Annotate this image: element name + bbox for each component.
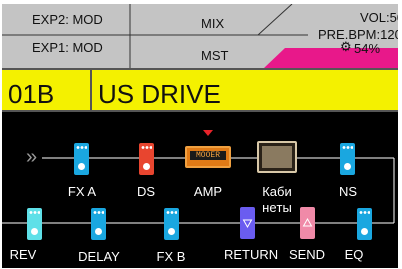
send-triangle-icon: [302, 217, 313, 227]
signal-chain: » FX A DS MOOER AMP Каби нeты NS REV DEL…: [2, 120, 398, 268]
exp2-label[interactable]: EXP2: MOD: [32, 12, 103, 27]
volume-readout: VOL:50: [360, 10, 398, 25]
amp-label: AMP: [193, 184, 223, 199]
mix-label[interactable]: MIX: [201, 16, 224, 31]
eq-label: EQ: [344, 247, 364, 262]
device-screen: EXP2: MOD EXP1: MOD MIX MST VOL:50 PRE.B…: [2, 4, 398, 268]
delay-label: DELAY: [78, 249, 120, 264]
amp-badge: MOOER: [190, 151, 226, 160]
status-header: EXP2: MOD EXP1: MOD MIX MST VOL:50 PRE.B…: [2, 4, 398, 68]
amp-icon[interactable]: MOOER: [185, 146, 231, 168]
ns-label: NS: [338, 184, 358, 199]
cabinet-label: Каби нeты: [262, 184, 292, 215]
return-triangle-icon: [242, 219, 253, 229]
ns-pedal-icon[interactable]: [340, 143, 355, 175]
cabinet-grille: [262, 146, 292, 168]
fx-a-label: FX A: [67, 184, 97, 199]
rev-pedal-icon[interactable]: [27, 208, 42, 240]
delay-pedal-icon[interactable]: [91, 208, 106, 240]
fx-b-pedal-icon[interactable]: [164, 208, 179, 240]
return-label: RETURN: [224, 247, 279, 262]
master-label[interactable]: MST: [201, 48, 228, 63]
exp1-label[interactable]: EXP1: MOD: [32, 40, 103, 55]
fx-a-pedal-icon[interactable]: [74, 143, 89, 175]
bpm-readout: PRE.BPM:120: [318, 27, 398, 42]
cabinet-icon[interactable]: [257, 141, 297, 173]
return-icon[interactable]: [240, 207, 255, 239]
title-divider: [90, 70, 92, 110]
percent-readout: 54%: [354, 41, 381, 56]
send-label: SEND: [288, 247, 326, 262]
preset-number: 01B: [8, 79, 55, 109]
input-arrow-icon: »: [26, 146, 38, 168]
ds-pedal-icon[interactable]: [139, 143, 154, 175]
fx-b-label: FX B: [156, 249, 186, 264]
gear-icon: ⚙: [340, 39, 352, 54]
ds-label: DS: [136, 184, 156, 199]
send-icon[interactable]: [300, 207, 315, 239]
preset-title-bar[interactable]: 01B US DRIVE: [2, 68, 398, 112]
rev-label: REV: [9, 247, 37, 262]
eq-pedal-icon[interactable]: [357, 208, 372, 240]
preset-name: US DRIVE: [98, 79, 221, 109]
